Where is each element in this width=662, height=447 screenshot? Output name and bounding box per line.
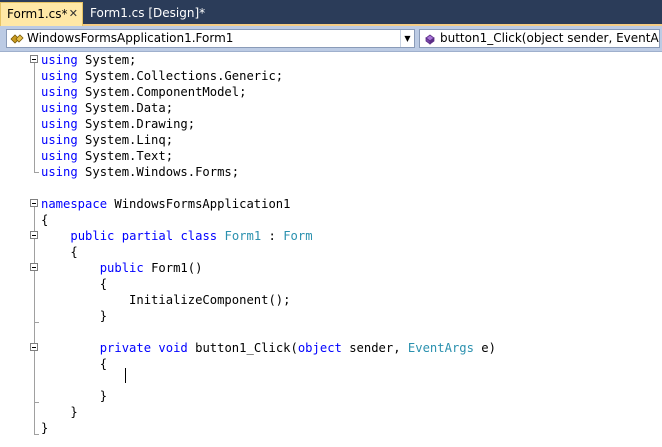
member-dropdown[interactable]: button1_Click(object sender, EventArgs e… bbox=[419, 29, 660, 48]
close-icon[interactable]: ✕ bbox=[69, 3, 78, 25]
code-line: public partial class Form1 : Form bbox=[41, 228, 313, 244]
type-dropdown-value: WindowsFormsApplication1.Form1 bbox=[27, 31, 234, 45]
outline-line bbox=[34, 402, 39, 403]
collapse-icon[interactable] bbox=[30, 343, 38, 351]
class-icon bbox=[10, 34, 24, 44]
code-line: { bbox=[41, 356, 107, 372]
type-dropdown[interactable]: WindowsFormsApplication1.Form1 ▼ bbox=[6, 29, 415, 48]
code-token: button1_Click( bbox=[187, 341, 298, 355]
code-token: System.Linq; bbox=[77, 133, 174, 147]
code-token: e) bbox=[473, 341, 496, 355]
code-token: System.Data; bbox=[77, 101, 174, 115]
tab-label: Form1.cs* bbox=[7, 7, 68, 21]
keyword-token: partial bbox=[121, 229, 174, 243]
keyword-token: using bbox=[41, 101, 78, 115]
tab-form1-cs[interactable]: Form1.cs* ✕ bbox=[0, 2, 83, 26]
code-line: using System.Data; bbox=[41, 100, 173, 116]
code-token: WindowsFormsApplication1 bbox=[107, 197, 291, 211]
type-token: Form bbox=[283, 229, 313, 243]
code-token: InitializeComponent(); bbox=[41, 293, 291, 307]
code-token: System.Windows.Forms; bbox=[77, 165, 240, 179]
keyword-token: using bbox=[41, 133, 78, 147]
member-dropdown-value: button1_Click(object sender, EventArgs e… bbox=[440, 31, 659, 45]
code-line: } bbox=[41, 388, 107, 404]
code-line: namespace WindowsFormsApplication1 bbox=[41, 196, 290, 212]
keyword-token: using bbox=[41, 165, 78, 179]
outline-line bbox=[34, 207, 35, 434]
code-token: { bbox=[41, 357, 108, 371]
outline-line bbox=[34, 63, 35, 172]
keyword-token: using bbox=[41, 85, 78, 99]
keyword-token: namespace bbox=[41, 197, 108, 211]
method-icon bbox=[425, 34, 435, 45]
code-line: private void button1_Click(object sender… bbox=[41, 340, 496, 356]
outline-line bbox=[34, 172, 39, 173]
code-line: using System.Linq; bbox=[41, 132, 173, 148]
code-line: using System.Collections.Generic; bbox=[41, 68, 283, 84]
code-token: } bbox=[41, 389, 108, 403]
collapse-icon[interactable] bbox=[30, 55, 38, 63]
keyword-token: object bbox=[297, 341, 342, 355]
keyword-token: public bbox=[70, 229, 115, 243]
code-line: { bbox=[41, 244, 78, 260]
code-token: System; bbox=[77, 53, 137, 67]
keyword-token: using bbox=[41, 53, 78, 67]
code-line: } bbox=[41, 308, 107, 324]
code-token: sender, bbox=[341, 341, 408, 355]
keyword-token: using bbox=[41, 149, 78, 163]
code-token: { bbox=[41, 245, 78, 259]
code-token: System.ComponentModel; bbox=[77, 85, 247, 99]
code-token: } bbox=[41, 309, 108, 323]
code-token: System.Drawing; bbox=[77, 117, 196, 131]
keyword-token: private bbox=[99, 341, 152, 355]
code-token: } bbox=[41, 405, 78, 419]
code-line: { bbox=[41, 276, 107, 292]
code-editor[interactable]: using System; using System.Collections.G… bbox=[0, 52, 662, 447]
code-line: using System.ComponentModel; bbox=[41, 84, 246, 100]
tab-label: Form1.cs [Design]* bbox=[90, 6, 206, 20]
code-token: System.Text; bbox=[77, 149, 174, 163]
keyword-token: void bbox=[158, 341, 188, 355]
code-line: InitializeComponent(); bbox=[41, 292, 290, 308]
outline-line bbox=[34, 322, 39, 323]
type-token: EventArgs bbox=[407, 341, 474, 355]
type-token: Form1 bbox=[224, 229, 262, 243]
code-line: using System.Windows.Forms; bbox=[41, 164, 239, 180]
code-token: : bbox=[261, 229, 284, 243]
code-token: Form1() bbox=[143, 261, 203, 275]
code-line: using System.Drawing; bbox=[41, 116, 195, 132]
collapse-icon[interactable] bbox=[30, 231, 38, 239]
document-tab-strip: Form1.cs* ✕ Form1.cs [Design]* bbox=[0, 0, 662, 26]
code-line: { bbox=[41, 212, 48, 228]
outline-line bbox=[34, 434, 39, 435]
text-caret bbox=[125, 368, 126, 383]
navigation-bar: WindowsFormsApplication1.Form1 ▼ button1… bbox=[0, 26, 662, 52]
collapse-icon[interactable] bbox=[30, 263, 38, 271]
chevron-down-icon[interactable]: ▼ bbox=[400, 30, 414, 47]
code-line: using System.Text; bbox=[41, 148, 173, 164]
code-token: { bbox=[41, 277, 108, 291]
tab-form1-design[interactable]: Form1.cs [Design]* bbox=[84, 2, 206, 26]
code-token: { bbox=[41, 213, 49, 227]
keyword-token: public bbox=[99, 261, 144, 275]
keyword-token: using bbox=[41, 117, 78, 131]
code-token: System.Collections.Generic; bbox=[77, 69, 284, 83]
code-token: } bbox=[41, 421, 49, 435]
code-line: using System; bbox=[41, 52, 136, 68]
code-line: } bbox=[41, 420, 48, 436]
keyword-token: using bbox=[41, 69, 78, 83]
code-line: } bbox=[41, 404, 78, 420]
collapse-icon[interactable] bbox=[30, 199, 38, 207]
code-line: public Form1() bbox=[41, 260, 203, 276]
keyword-token: class bbox=[180, 229, 218, 243]
